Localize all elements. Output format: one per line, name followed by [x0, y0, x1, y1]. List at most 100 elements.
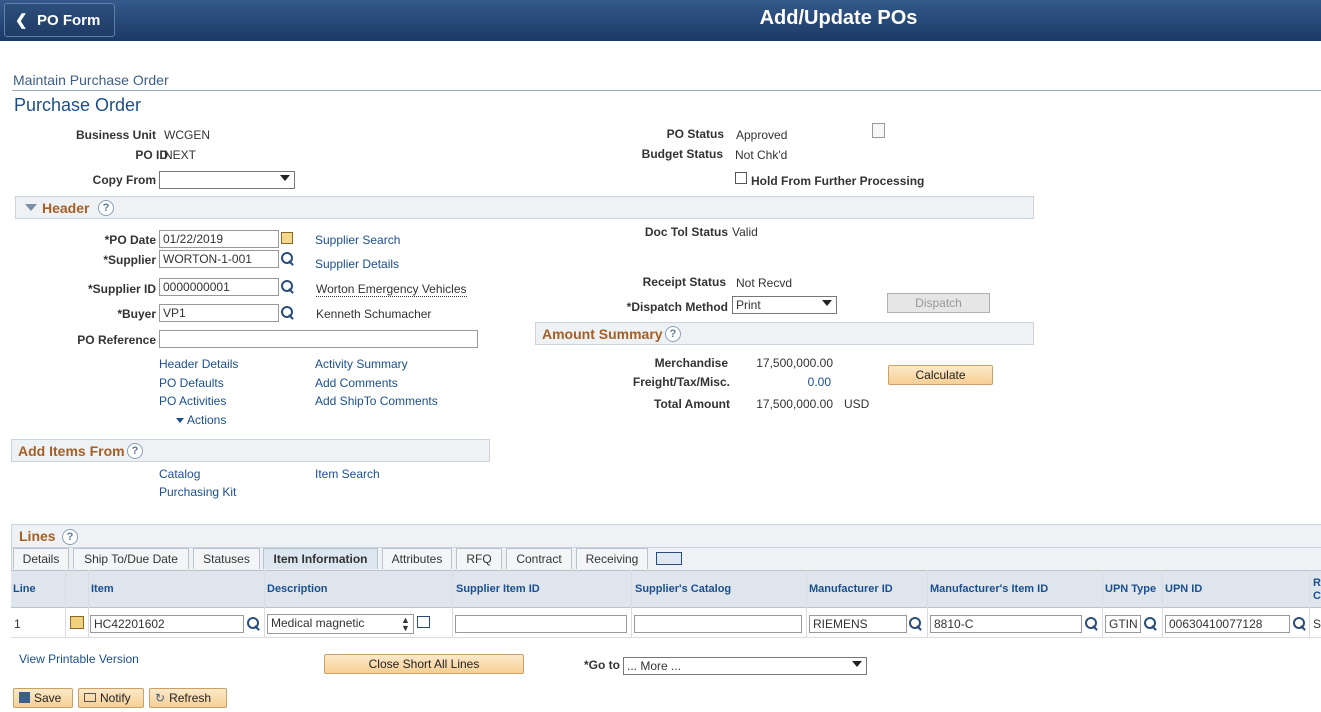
add-items-bar: Add Items From ? [11, 439, 490, 462]
supplier-item-id-input[interactable] [455, 615, 627, 633]
help-icon[interactable]: ? [98, 200, 114, 216]
tab-ship-to-due-date[interactable]: Ship To/Due Date [73, 548, 189, 569]
upn-type-input[interactable]: GTIN [1105, 615, 1141, 633]
supplier-id-input[interactable]: 0000000001 [159, 278, 279, 296]
receipt-status-value: Not Recvd [736, 276, 793, 290]
column-divider [65, 570, 66, 637]
view-printable-link[interactable]: View Printable Version [19, 652, 139, 666]
help-icon[interactable]: ? [127, 443, 143, 459]
title-divider [12, 90, 1321, 91]
tab-contract[interactable]: Contract [506, 548, 572, 569]
tab-statuses[interactable]: Statuses [193, 548, 260, 569]
po-date-input[interactable]: 01/22/2019 [159, 230, 279, 248]
tab-item-information[interactable]: Item Information [263, 548, 378, 569]
po-defaults-link[interactable]: PO Defaults [159, 376, 224, 390]
amount-summary-bar: Amount Summary ? [535, 322, 1034, 345]
add-comments-link[interactable]: Add Comments [315, 376, 398, 390]
line-number: 1 [14, 617, 21, 631]
add-shipto-comments-link[interactable]: Add ShipTo Comments [315, 394, 438, 408]
column-header-description: Description [267, 583, 328, 595]
help-icon[interactable]: ? [665, 326, 681, 342]
document-icon[interactable] [872, 123, 885, 138]
lines-title: Lines [19, 528, 56, 544]
merchandise-label: Merchandise [654, 356, 728, 370]
tab-receiving[interactable]: Receiving [576, 548, 648, 569]
suppliers-catalog-input[interactable] [634, 615, 802, 633]
supplier-input[interactable]: WORTON-1-001 [159, 250, 279, 268]
total-amount-label: Total Amount [654, 397, 730, 411]
refresh-button[interactable]: ↻ Refresh [149, 688, 227, 708]
search-icon[interactable] [280, 305, 296, 321]
header-section-title: Header [42, 200, 90, 216]
column-header-truncated-2: C [1313, 590, 1321, 602]
catalog-link[interactable]: Catalog [159, 467, 200, 481]
actions-label: Actions [187, 413, 227, 427]
business-unit-value: WCGEN [164, 128, 210, 142]
search-icon[interactable] [1084, 616, 1100, 632]
item-search-link[interactable]: Item Search [315, 467, 380, 481]
copy-from-label: Copy From [92, 173, 156, 187]
manufacturers-item-id-input[interactable]: 8810-C [930, 615, 1082, 633]
tab-rfq[interactable]: RFQ [456, 548, 502, 569]
show-all-columns-icon[interactable] [656, 552, 682, 565]
tab-details[interactable]: Details [13, 548, 69, 569]
header-details-link[interactable]: Header Details [159, 357, 238, 371]
search-icon[interactable] [280, 279, 296, 295]
column-header-manufacturers-item-id: Manufacturer's Item ID [930, 583, 1049, 595]
search-icon[interactable] [908, 616, 924, 632]
search-icon[interactable] [1143, 616, 1159, 632]
column-header-line: Line [13, 583, 36, 595]
calendar-icon[interactable] [281, 232, 293, 244]
freight-value: 0.00 [807, 375, 831, 389]
breadcrumb: Maintain Purchase Order [13, 72, 169, 88]
po-status-value: Approved [736, 128, 788, 142]
purchasing-kit-link[interactable]: Purchasing Kit [159, 485, 236, 499]
calculate-button[interactable]: Calculate [888, 365, 993, 385]
search-icon[interactable] [246, 616, 262, 632]
supplier-search-link[interactable]: Supplier Search [315, 233, 400, 247]
save-icon [19, 692, 30, 703]
tab-attributes[interactable]: Attributes [382, 548, 452, 569]
activity-summary-link[interactable]: Activity Summary [315, 357, 408, 371]
help-icon[interactable]: ? [62, 529, 78, 545]
schedule-icon[interactable] [70, 616, 84, 629]
freight-label: Freight/Tax/Misc. [632, 375, 730, 389]
column-divider [1102, 570, 1103, 637]
hold-checkbox[interactable] [735, 172, 747, 184]
top-bar: ❮ PO Form Add/Update POs [0, 0, 1321, 41]
copy-from-select[interactable] [159, 171, 295, 189]
buyer-label: *Buyer [117, 307, 156, 321]
dispatch-button[interactable]: Dispatch [887, 293, 990, 313]
goto-select[interactable]: ... More ... [623, 657, 867, 675]
buyer-input[interactable]: VP1 [159, 304, 279, 322]
goto-label: *Go to [584, 658, 620, 672]
search-icon[interactable] [1292, 616, 1308, 632]
column-header-suppliers-catalog: Supplier's Catalog [635, 583, 732, 595]
description-input[interactable]: Medical magnetic [267, 614, 414, 634]
column-divider [88, 570, 89, 637]
upn-id-input[interactable]: 00630410077128 [1165, 615, 1290, 633]
expand-text-icon[interactable] [417, 616, 430, 628]
header-section-bar[interactable]: Header ? [15, 196, 1034, 219]
close-short-button[interactable]: Close Short All Lines [324, 654, 524, 674]
po-reference-input[interactable] [159, 330, 478, 348]
supplier-details-link[interactable]: Supplier Details [315, 257, 399, 271]
column-header-upn-type: UPN Type [1105, 583, 1157, 595]
save-button[interactable]: Save [13, 688, 73, 708]
po-activities-link[interactable]: PO Activities [159, 394, 226, 408]
actions-menu[interactable]: Actions [176, 413, 226, 427]
column-divider [264, 570, 265, 637]
search-icon[interactable] [280, 251, 296, 267]
refresh-icon: ↻ [155, 691, 166, 705]
supplier-name-link[interactable]: Worton Emergency Vehicles [316, 282, 467, 297]
manufacturer-id-input[interactable]: RIEMENS [809, 615, 907, 633]
po-reference-label: PO Reference [77, 333, 156, 347]
add-items-title: Add Items From [18, 443, 125, 459]
spinner-icon[interactable]: ▲ ▼ [401, 616, 410, 633]
notify-button[interactable]: Notify [78, 688, 144, 708]
dispatch-method-select[interactable]: Print [732, 296, 837, 314]
item-input[interactable]: HC42201602 [90, 615, 244, 633]
chevron-down-icon [280, 175, 290, 181]
column-header-item: Item [91, 583, 114, 595]
collapse-triangle-icon[interactable] [25, 204, 37, 211]
